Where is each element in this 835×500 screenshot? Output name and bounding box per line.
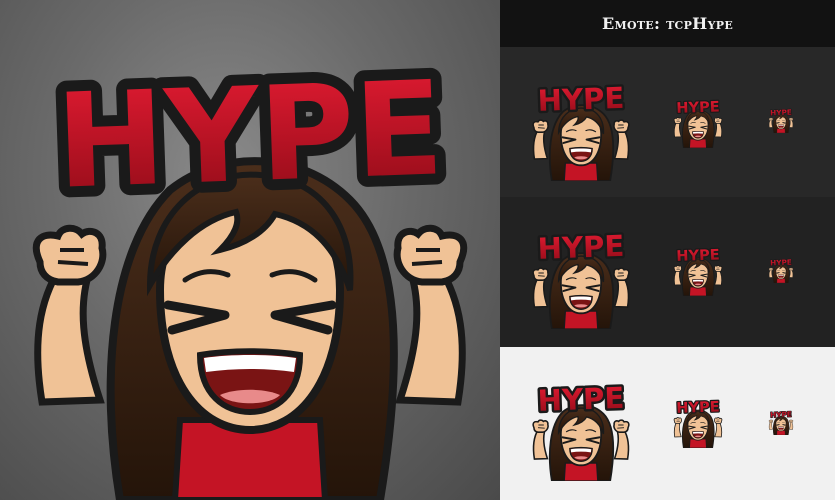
preview-panel-light — [500, 347, 835, 500]
main-emote-preview — [0, 0, 500, 500]
hype-emote-large-icon — [525, 217, 637, 329]
size-preview-sidebar: Emote: tcpHype — [500, 0, 835, 500]
hype-emote-large-icon — [525, 369, 637, 481]
hype-emote-large-icon — [525, 69, 637, 181]
hype-emote-medium-icon — [672, 397, 724, 448]
emote-title: Emote: tcpHype — [500, 0, 835, 47]
hype-emote-small-icon — [768, 107, 794, 133]
preview-panel-dark — [500, 47, 835, 197]
hype-girl-emote-icon — [0, 0, 500, 500]
hype-emote-small-icon — [768, 409, 794, 435]
preview-panel-darker — [500, 197, 835, 347]
hype-emote-medium-icon — [672, 97, 724, 148]
hype-emote-medium-icon — [672, 245, 724, 296]
hype-emote-small-icon — [768, 257, 794, 283]
